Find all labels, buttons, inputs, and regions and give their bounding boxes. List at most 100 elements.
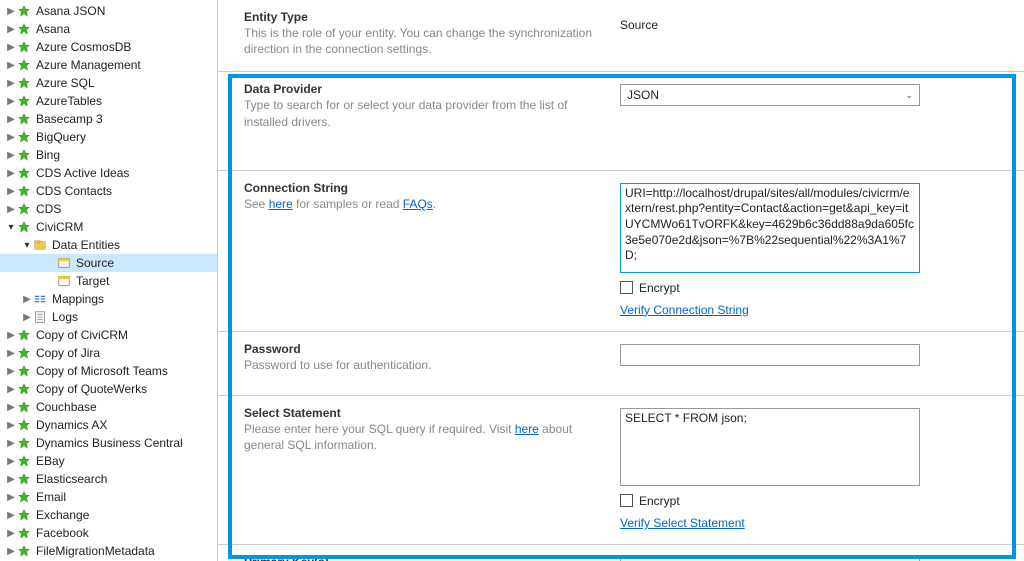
tree-item-dynamics-ax[interactable]: ▶Dynamics AX xyxy=(0,416,217,434)
tree-item-facebook[interactable]: ▶Facebook xyxy=(0,524,217,542)
node-icon xyxy=(17,328,31,342)
select-statement-desc: Please enter here your SQL query if requ… xyxy=(244,421,600,453)
tree-item-dynamics-bc[interactable]: ▶Dynamics Business Central xyxy=(0,434,217,452)
tree-item-source[interactable]: Source xyxy=(0,254,217,272)
chevron-right-icon: ▶ xyxy=(6,186,16,197)
tree-item-cds-active-ideas[interactable]: ▶CDS Active Ideas xyxy=(0,164,217,182)
password-title: Password xyxy=(244,342,600,356)
primary-keys-title: Primary Key(s) xyxy=(244,555,600,561)
chevron-right-icon: ▶ xyxy=(6,528,16,539)
node-icon xyxy=(17,220,31,234)
section-entity-type: Entity Type This is the role of your ent… xyxy=(218,0,1024,71)
section-connection-string: Connection String See here for samples o… xyxy=(218,170,1024,331)
data-provider-desc: Type to search for or select your data p… xyxy=(244,97,600,129)
section-select-statement: Select Statement Please enter here your … xyxy=(218,395,1024,544)
tree-item-asana-json[interactable]: ▶Asana JSON xyxy=(0,2,217,20)
chevron-right-icon: ▶ xyxy=(6,420,16,431)
tree-item-bigquery[interactable]: ▶BigQuery xyxy=(0,128,217,146)
node-icon xyxy=(17,94,31,108)
chevron-right-icon: ▶ xyxy=(6,132,16,143)
connection-string-encrypt-checkbox[interactable] xyxy=(620,281,633,294)
data-provider-select[interactable]: JSON ⌄ xyxy=(620,84,920,106)
node-icon xyxy=(17,130,31,144)
tree-item-azure-management[interactable]: ▶Azure Management xyxy=(0,56,217,74)
connection-string-input[interactable]: URI=http://localhost/drupal/sites/all/mo… xyxy=(620,183,920,273)
connection-string-here-link[interactable]: here xyxy=(269,197,293,211)
tree-item-azure-sql[interactable]: ▶Azure SQL xyxy=(0,74,217,92)
section-password: Password Password to use for authenticat… xyxy=(218,331,1024,395)
node-icon xyxy=(17,346,31,360)
chevron-right-icon: ▶ xyxy=(6,168,16,179)
password-input[interactable] xyxy=(620,344,920,366)
tree-item-copy-civicrm[interactable]: ▶Copy of CiviCRM xyxy=(0,326,217,344)
node-icon xyxy=(17,454,31,468)
folder-icon xyxy=(33,238,47,252)
chevron-down-icon: ⌄ xyxy=(905,90,913,101)
mappings-icon xyxy=(33,292,47,306)
chevron-right-icon: ▶ xyxy=(6,204,16,215)
node-icon xyxy=(17,508,31,522)
node-icon xyxy=(17,202,31,216)
tree-item-mappings[interactable]: ▶Mappings xyxy=(0,290,217,308)
tree-item-cds-contacts[interactable]: ▶CDS Contacts xyxy=(0,182,217,200)
tree-item-elasticsearch[interactable]: ▶Elasticsearch xyxy=(0,470,217,488)
chevron-right-icon: ▶ xyxy=(22,294,32,305)
chevron-right-icon: ▶ xyxy=(6,42,16,53)
tree-item-bing[interactable]: ▶Bing xyxy=(0,146,217,164)
select-statement-encrypt-label: Encrypt xyxy=(639,494,680,508)
tree-item-civicrm[interactable]: ▾CiviCRM xyxy=(0,218,217,236)
chevron-right-icon: ▶ xyxy=(6,96,16,107)
node-icon xyxy=(17,166,31,180)
tree-item-ebay[interactable]: ▶EBay xyxy=(0,452,217,470)
tree-item-email[interactable]: ▶Email xyxy=(0,488,217,506)
connection-string-faqs-link[interactable]: FAQs xyxy=(403,197,433,211)
primary-keys-input[interactable] xyxy=(620,557,920,561)
node-icon xyxy=(17,526,31,540)
tree-item-filemigrationmetadata[interactable]: ▶FileMigrationMetadata xyxy=(0,542,217,560)
chevron-right-icon: ▶ xyxy=(22,312,32,323)
node-icon xyxy=(17,400,31,414)
chevron-right-icon: ▶ xyxy=(6,150,16,161)
tree-item-cds[interactable]: ▶CDS xyxy=(0,200,217,218)
tree-item-data-entities[interactable]: ▾Data Entities xyxy=(0,236,217,254)
node-icon xyxy=(17,472,31,486)
select-statement-input[interactable]: SELECT * FROM json; xyxy=(620,408,920,486)
connection-string-desc: See here for samples or read FAQs. xyxy=(244,196,600,212)
password-desc: Password to use for authentication. xyxy=(244,357,600,373)
tree-sidebar[interactable]: ▶Asana JSON ▶Asana ▶Azure CosmosDB ▶Azur… xyxy=(0,0,218,561)
tree-item-basecamp3[interactable]: ▶Basecamp 3 xyxy=(0,110,217,128)
data-provider-title: Data Provider xyxy=(244,82,600,96)
chevron-right-icon: ▶ xyxy=(6,456,16,467)
tree-item-couchbase[interactable]: ▶Couchbase xyxy=(0,398,217,416)
tree-item-exchange[interactable]: ▶Exchange xyxy=(0,506,217,524)
tree-item-azure-tables[interactable]: ▶AzureTables xyxy=(0,92,217,110)
tree-item-copy-msteams[interactable]: ▶Copy of Microsoft Teams xyxy=(0,362,217,380)
tree-item-copy-quotewerks[interactable]: ▶Copy of QuoteWerks xyxy=(0,380,217,398)
chevron-right-icon: ▶ xyxy=(6,348,16,359)
entity-type-title: Entity Type xyxy=(244,10,600,24)
select-statement-here-link[interactable]: here xyxy=(515,422,539,436)
chevron-right-icon: ▶ xyxy=(6,114,16,125)
node-icon xyxy=(17,382,31,396)
chevron-right-icon: ▶ xyxy=(6,78,16,89)
tree-item-logs[interactable]: ▶Logs xyxy=(0,308,217,326)
chevron-right-icon: ▶ xyxy=(6,330,16,341)
tree-item-asana[interactable]: ▶Asana xyxy=(0,20,217,38)
node-icon xyxy=(17,148,31,162)
node-icon xyxy=(17,58,31,72)
chevron-right-icon: ▶ xyxy=(6,6,16,17)
chevron-right-icon: ▶ xyxy=(6,402,16,413)
chevron-right-icon: ▶ xyxy=(6,474,16,485)
node-icon xyxy=(17,112,31,126)
select-statement-encrypt-checkbox[interactable] xyxy=(620,494,633,507)
verify-connection-string-link[interactable]: Verify Connection String xyxy=(620,303,749,317)
section-primary-keys: Primary Key(s) Please enter primary key … xyxy=(218,544,1024,561)
tree-item-azure-cosmosdb[interactable]: ▶Azure CosmosDB xyxy=(0,38,217,56)
node-icon xyxy=(17,436,31,450)
tree-item-target[interactable]: Target xyxy=(0,272,217,290)
chevron-right-icon: ▶ xyxy=(6,60,16,71)
node-icon xyxy=(17,490,31,504)
connection-string-encrypt-label: Encrypt xyxy=(639,281,680,295)
verify-select-statement-link[interactable]: Verify Select Statement xyxy=(620,516,745,530)
tree-item-copy-jira[interactable]: ▶Copy of Jira xyxy=(0,344,217,362)
